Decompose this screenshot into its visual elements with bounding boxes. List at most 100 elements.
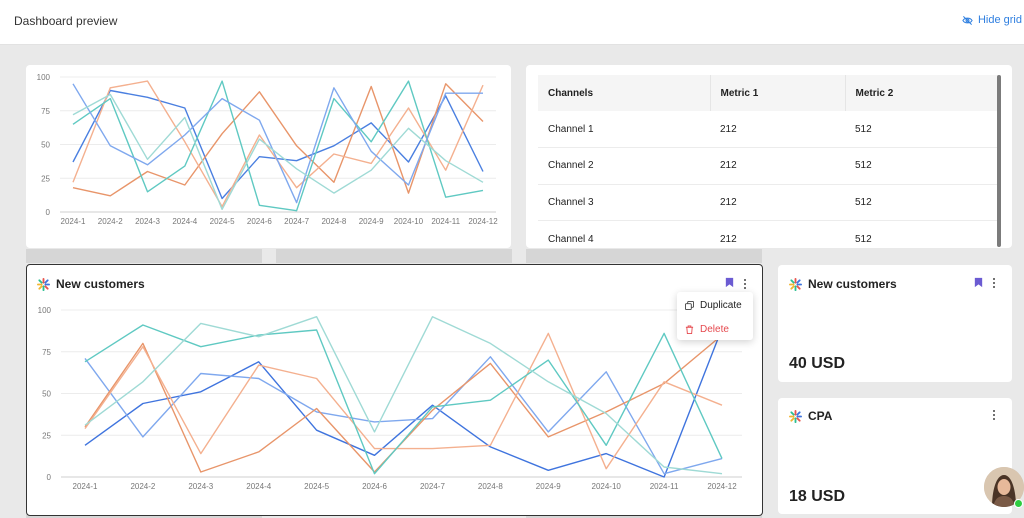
x-tick-label: 2024-2	[98, 217, 123, 226]
x-tick-label: 2024-8	[321, 217, 346, 226]
grid-gutter	[26, 249, 262, 263]
hide-grid-label: Hide grid	[977, 14, 1022, 26]
line-chart-card[interactable]: 0 25 50 75 100 2024-1 2024-2 2024-3 2024-4 2024-5…	[26, 65, 511, 248]
y-tick-label: 25	[42, 431, 51, 440]
x-tick-label: 2024-9	[536, 482, 561, 491]
x-tick-label: 2024-4	[172, 217, 197, 226]
card-title: CPA	[789, 409, 832, 423]
bookmark-icon[interactable]	[724, 277, 735, 288]
x-tick-label: 2024-9	[359, 217, 384, 226]
y-tick-label: 75	[42, 348, 51, 357]
y-tick-label: 0	[46, 208, 51, 217]
column-header-metric-2[interactable]: Metric 2	[844, 75, 998, 111]
app-logo-icon	[37, 277, 50, 291]
grid-gutter	[276, 249, 512, 263]
x-tick-label: 2024-1	[73, 482, 98, 491]
y-tick-label: 50	[42, 390, 51, 399]
card-title: New customers	[37, 277, 145, 291]
card-title-text: CPA	[808, 409, 833, 423]
column-header-metric-1[interactable]: Metric 1	[709, 75, 845, 111]
table-header-row: Channels Metric 1 Metric 2	[538, 75, 998, 111]
more-options-button[interactable]	[988, 408, 1000, 422]
x-tick-label: 2024-6	[247, 217, 272, 226]
metric-value: 18 USD	[789, 488, 846, 505]
series-line	[84, 324, 723, 475]
grid-gutter	[526, 249, 762, 263]
x-tick-label: 2024-12	[707, 482, 737, 491]
x-tick-label: 2024-3	[135, 217, 160, 226]
card-title-text: New customers	[56, 277, 145, 291]
x-tick-label: 2024-5	[210, 217, 235, 226]
delete-menu-item[interactable]: Delete	[677, 318, 753, 340]
more-options-button[interactable]	[988, 276, 1000, 290]
table-row: Channel 1 212 512	[538, 111, 998, 149]
page-title: Dashboard preview	[14, 14, 118, 28]
eye-off-icon	[962, 15, 973, 25]
bookmark-icon[interactable]	[973, 277, 984, 288]
table-cell: Channel 3	[538, 184, 710, 222]
new-customers-line-chart: 0 25 50 75 100 2024-1 2024-2 2024-3 2024-4 2024-5…	[38, 306, 742, 491]
x-tick-label: 2024-5	[304, 482, 329, 491]
table-cell: 212	[710, 111, 845, 149]
scrollbar-thumb[interactable]	[997, 75, 1001, 247]
y-tick-label: 100	[37, 73, 51, 82]
y-tick-label: 50	[41, 141, 50, 150]
x-tick-label: 2024-2	[130, 482, 155, 491]
card-title-text: New customers	[808, 277, 897, 291]
x-tick-label: 2024-12	[468, 217, 498, 226]
x-tick-label: 2024-7	[284, 217, 309, 226]
series-line	[72, 80, 484, 208]
table-cell: Channel 1	[538, 111, 710, 149]
cpa-metric-card[interactable]: CPA 18 USD	[778, 398, 1012, 514]
column-header-channels[interactable]: Channels	[538, 75, 710, 111]
card-title: New customers	[789, 277, 897, 291]
x-tick-label: 2024-11	[431, 217, 460, 226]
duplicate-label: Duplicate	[700, 299, 742, 311]
table-scrollbar[interactable]	[997, 75, 1001, 247]
series-line	[72, 83, 483, 204]
table-row: Channel 2 212 512	[538, 147, 998, 185]
more-options-button[interactable]	[739, 277, 751, 291]
series-line	[84, 334, 723, 473]
duplicate-menu-item[interactable]: Duplicate	[677, 294, 753, 316]
y-tick-label: 75	[41, 107, 50, 116]
channels-table: Channels Metric 1 Metric 2 Channel 1 212…	[538, 75, 998, 247]
x-tick-label: 2024-4	[246, 482, 271, 491]
trash-icon	[685, 324, 694, 334]
table-row: Channel 4 212 512	[538, 220, 998, 247]
table-cell: 512	[845, 111, 998, 149]
copy-icon	[685, 300, 694, 310]
series-line	[84, 332, 723, 470]
table-row: Channel 3 212 512	[538, 184, 998, 222]
table-cell: Channel 4	[538, 220, 710, 247]
x-tick-label: 2024-10	[592, 482, 622, 491]
app-logo-icon	[789, 277, 802, 291]
new-customers-metric-card[interactable]: New customers 40 USD	[778, 265, 1012, 382]
x-tick-label: 2024-10	[394, 217, 424, 226]
table-cell: 212	[710, 220, 845, 247]
table-cell: 512	[845, 147, 998, 185]
y-tick-label: 25	[41, 174, 50, 183]
line-chart: 0 25 50 75 100 2024-1 2024-2 2024-3 2024-4 2024-5…	[37, 73, 499, 226]
x-tick-label: 2024-8	[478, 482, 503, 491]
x-tick-label: 2024-11	[650, 482, 679, 491]
x-tick-label: 2024-1	[61, 217, 86, 226]
new-customers-chart-card[interactable]: 0 25 50 75 100 2024-1 2024-2 2024-3 2024-4 2024-5…	[26, 264, 763, 516]
hide-grid-button[interactable]: Hide grid	[962, 14, 1022, 26]
y-tick-label: 100	[38, 306, 52, 315]
channels-table-card[interactable]: Channels Metric 1 Metric 2 Channel 1 212…	[526, 65, 1012, 248]
table-cell: 212	[710, 147, 845, 185]
table-cell: 512	[845, 184, 998, 222]
app-logo-icon	[789, 409, 802, 423]
delete-label: Delete	[700, 323, 729, 335]
x-tick-label: 2024-6	[362, 482, 387, 491]
x-tick-label: 2024-3	[188, 482, 213, 491]
y-tick-label: 0	[47, 473, 52, 482]
dashboard-header: Dashboard preview Hide grid	[0, 0, 1024, 45]
metric-value: 40 USD	[789, 355, 846, 372]
table-cell: Channel 2	[538, 147, 710, 185]
series-line	[72, 80, 484, 212]
card-options-menu: Duplicate Delete	[677, 292, 753, 340]
table-cell: 512	[845, 220, 998, 247]
online-status-indicator	[1014, 499, 1023, 508]
